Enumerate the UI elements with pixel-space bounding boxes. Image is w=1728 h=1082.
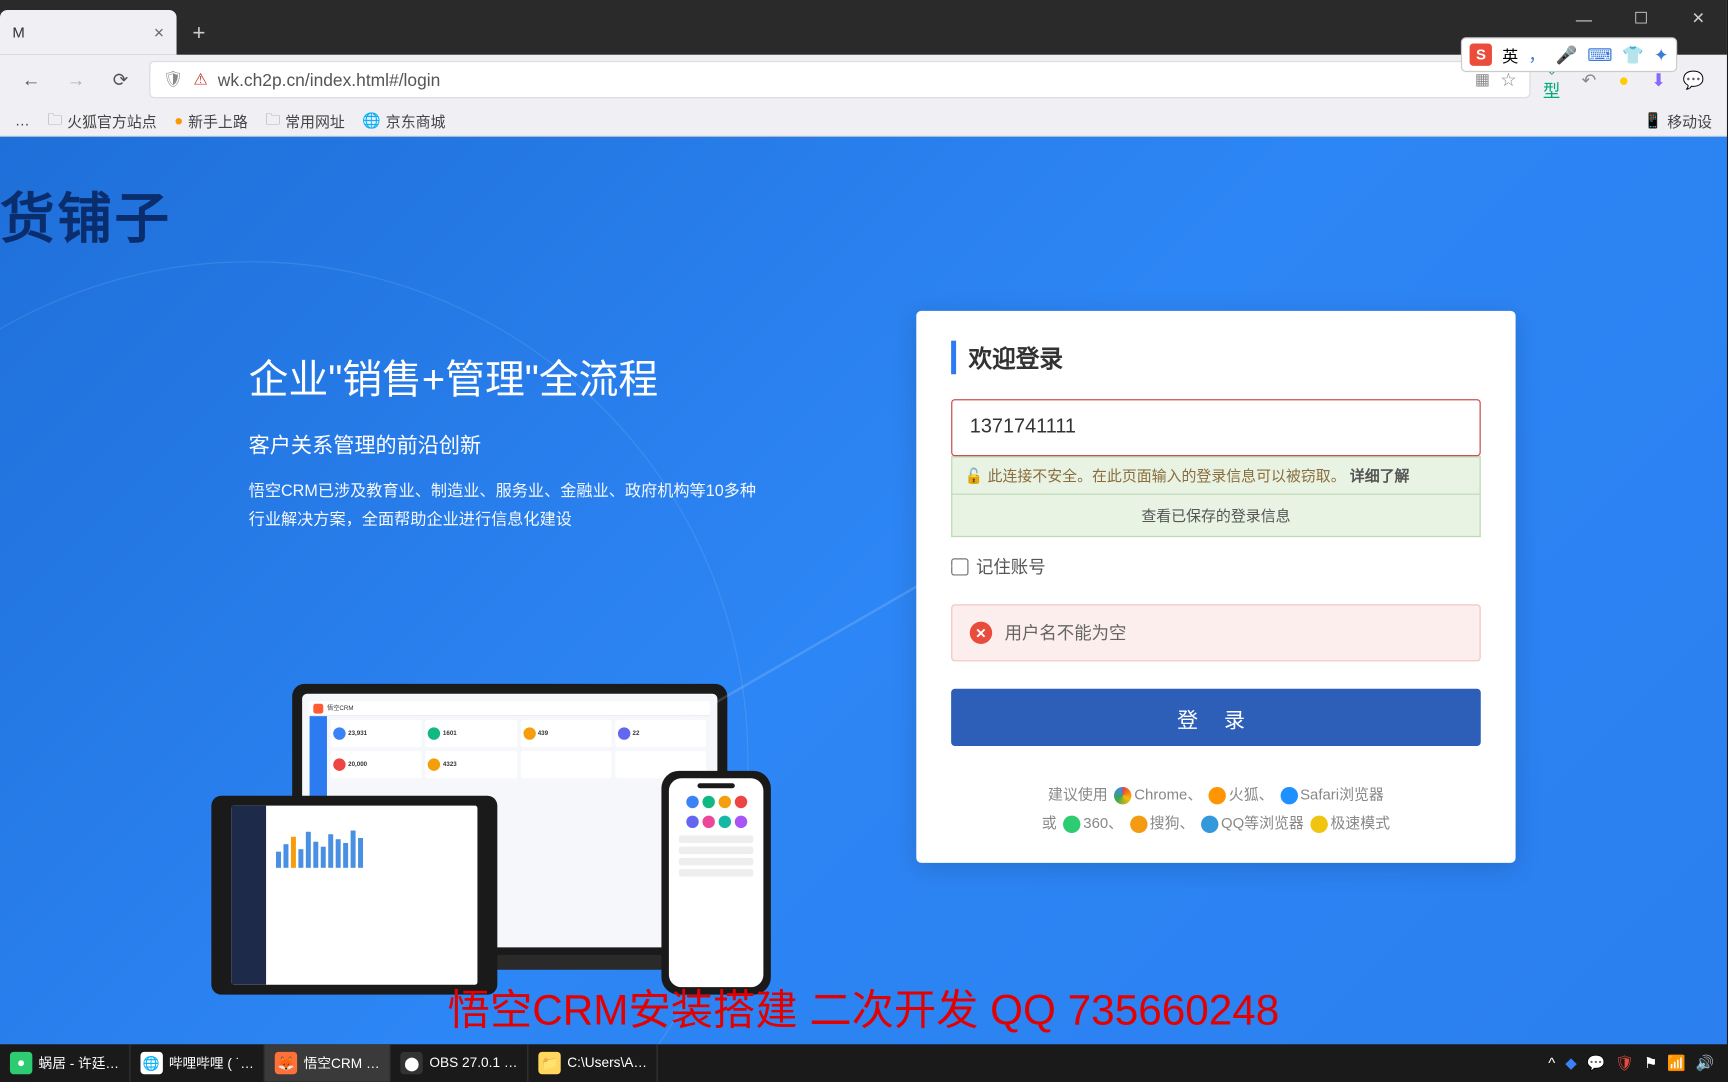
forward-button[interactable]: → <box>60 63 92 95</box>
chrome-icon <box>1114 787 1131 804</box>
app-icon: ● <box>10 1052 32 1074</box>
lightning-icon <box>1310 815 1327 832</box>
bookmark-item[interactable]: ●新手上路 <box>174 110 248 131</box>
close-window-button[interactable]: ✕ <box>1670 0 1727 37</box>
bookmark-item[interactable]: 🌐京东商城 <box>362 110 445 131</box>
lock-warning-icon: 🔓 <box>965 467 984 484</box>
url-text: wk.ch2p.cn/index.html#/login <box>218 70 1465 90</box>
maximize-button[interactable]: ☐ <box>1613 0 1670 37</box>
taskbar-item[interactable]: 🦊 悟空CRM … <box>265 1044 391 1081</box>
firefox-icon: 🦊 <box>275 1052 297 1074</box>
taskbar-item[interactable]: 🌐 哔哩哔哩 ( ˙… <box>130 1044 265 1081</box>
bookmark-overflow[interactable]: … <box>15 112 30 129</box>
ime-skin-icon[interactable]: 👕 <box>1622 44 1644 65</box>
browser-tab[interactable]: M × <box>0 10 177 55</box>
bookmark-bar: … 🗀火狐官方站点 ●新手上路 🗀常用网址 🌐京东商城 📱移动设 <box>0 104 1727 136</box>
browser-chrome: M × + — ☐ ✕ S 英 ， 🎤 ⌨ 👕 ✦ ← → ⟳ 🛡 ⚠ wk.c… <box>0 0 1727 137</box>
tray-chat-icon[interactable]: 💬 <box>1587 1054 1606 1071</box>
sogou-ime-icon: S <box>1470 44 1492 66</box>
sogou-icon <box>1130 815 1147 832</box>
login-title: 欢迎登录 <box>951 341 1481 375</box>
taskbar-item[interactable]: ● 蜗居 - 许廷… <box>0 1044 130 1081</box>
safari-icon <box>1280 787 1297 804</box>
page-content: 货铺子 企业"销售+管理"全流程 客户关系管理的前沿创新 悟空CRM已涉及教育业… <box>0 137 1727 1045</box>
security-learn-more-link[interactable]: 详细了解 <box>1350 467 1410 484</box>
qq-icon <box>1201 815 1218 832</box>
back-button[interactable]: ← <box>15 63 47 95</box>
remember-checkbox-label[interactable]: 记住账号 <box>951 555 1481 580</box>
tray-up-icon[interactable]: ^ <box>1548 1054 1555 1071</box>
360-icon <box>1063 815 1080 832</box>
hero-section: 企业"销售+管理"全流程 客户关系管理的前沿创新 悟空CRM已涉及教育业、制造业… <box>249 348 871 534</box>
remember-checkbox[interactable] <box>951 558 968 575</box>
ime-keyboard-icon[interactable]: ⌨ <box>1587 44 1612 65</box>
tray-shield-icon[interactable]: 🛡 <box>1615 1054 1634 1071</box>
globe-icon: 🌐 <box>362 112 381 129</box>
tablet-mockup <box>211 796 497 995</box>
tray-flag-icon[interactable]: ⚑ <box>1644 1054 1657 1071</box>
security-warning: 🔓 此连接不安全。在此页面输入的登录信息可以被窃取。 详细了解 <box>951 456 1481 495</box>
hero-title: 企业"销售+管理"全流程 <box>249 348 871 405</box>
device-mockups: 悟空CRM 23,931 1601 439 22 20,000 4323 <box>211 684 808 1007</box>
error-icon: ✕ <box>970 622 992 644</box>
chrome-icon: 🌐 <box>140 1052 162 1074</box>
ime-mic-icon[interactable]: 🎤 <box>1556 44 1578 65</box>
windows-taskbar[interactable]: ● 蜗居 - 许廷… 🌐 哔哩哔哩 ( ˙… 🦊 悟空CRM … ⬤ OBS 2… <box>0 1044 1727 1081</box>
reader-icon[interactable]: ▦ <box>1475 70 1490 90</box>
error-message: ✕ 用户名不能为空 <box>951 604 1481 661</box>
reload-button[interactable]: ⟳ <box>104 63 136 95</box>
folder-icon: 🗀 <box>265 108 280 134</box>
ime-toolbox-icon[interactable]: ✦ <box>1654 44 1669 65</box>
shield-icon[interactable]: 🛡 <box>163 70 184 90</box>
phone-mockup <box>661 771 770 995</box>
firefox-icon: ● <box>174 112 183 129</box>
tab-title: M <box>12 24 24 41</box>
obs-icon: ⬤ <box>401 1052 423 1074</box>
bookmark-item[interactable]: 🗀火狐官方站点 <box>47 108 156 134</box>
username-input[interactable] <box>951 399 1481 456</box>
url-bar[interactable]: 🛡 ⚠ wk.ch2p.cn/index.html#/login ▦ ☆ <box>149 61 1530 98</box>
brand-logo: 货铺子 <box>0 174 172 254</box>
ime-toolbar[interactable]: S 英 ， 🎤 ⌨ 👕 ✦ <box>1461 37 1677 72</box>
login-card: 欢迎登录 🔓 此连接不安全。在此页面输入的登录信息可以被窃取。 详细了解 查看已… <box>916 311 1515 863</box>
tray-app-icon[interactable]: ◆ <box>1565 1054 1576 1071</box>
mobile-bookmarks[interactable]: 📱移动设 <box>1644 110 1712 131</box>
system-tray[interactable]: ^ ◆ 💬 🛡 ⚑ 📶 🔊 <box>1536 1054 1727 1071</box>
tray-network-icon[interactable]: 📶 <box>1667 1054 1686 1071</box>
ime-punct-icon[interactable]: ， <box>1528 42 1545 67</box>
overlay-watermark: 悟空CRM安装搭建 二次开发 QQ 735660248 <box>448 976 1280 1037</box>
browser-recommendation: 建议使用 Chrome、 火狐、 Safari浏览器 或 360、 搜狗、 QQ… <box>951 781 1481 838</box>
taskbar-item[interactable]: ⬤ OBS 27.0.1 … <box>391 1044 529 1081</box>
ime-language[interactable]: 英 <box>1502 43 1518 67</box>
login-submit-button[interactable]: 登 录 <box>951 689 1481 746</box>
firefox-icon <box>1209 787 1226 804</box>
lock-broken-icon[interactable]: ⚠ <box>193 70 207 90</box>
hero-subtitle: 客户关系管理的前沿创新 <box>249 428 871 459</box>
hero-description: 悟空CRM已涉及教育业、制造业、服务业、金融业、政府机构等10多种 行业解决方案… <box>249 476 871 534</box>
new-tab-button[interactable]: + <box>182 15 217 50</box>
folder-icon: 🗀 <box>47 108 62 134</box>
ext-wechat-icon[interactable]: 💬 <box>1682 68 1704 90</box>
mobile-icon: 📱 <box>1644 112 1663 129</box>
close-icon[interactable]: × <box>154 22 164 42</box>
explorer-icon: 📁 <box>539 1052 561 1074</box>
minimize-button[interactable]: — <box>1555 0 1612 37</box>
bookmark-item[interactable]: 🗀常用网址 <box>265 108 345 134</box>
taskbar-item[interactable]: 📁 C:\Users\A… <box>529 1044 659 1081</box>
view-saved-logins-link[interactable]: 查看已保存的登录信息 <box>951 495 1481 537</box>
tray-volume-icon[interactable]: 🔊 <box>1696 1054 1715 1071</box>
